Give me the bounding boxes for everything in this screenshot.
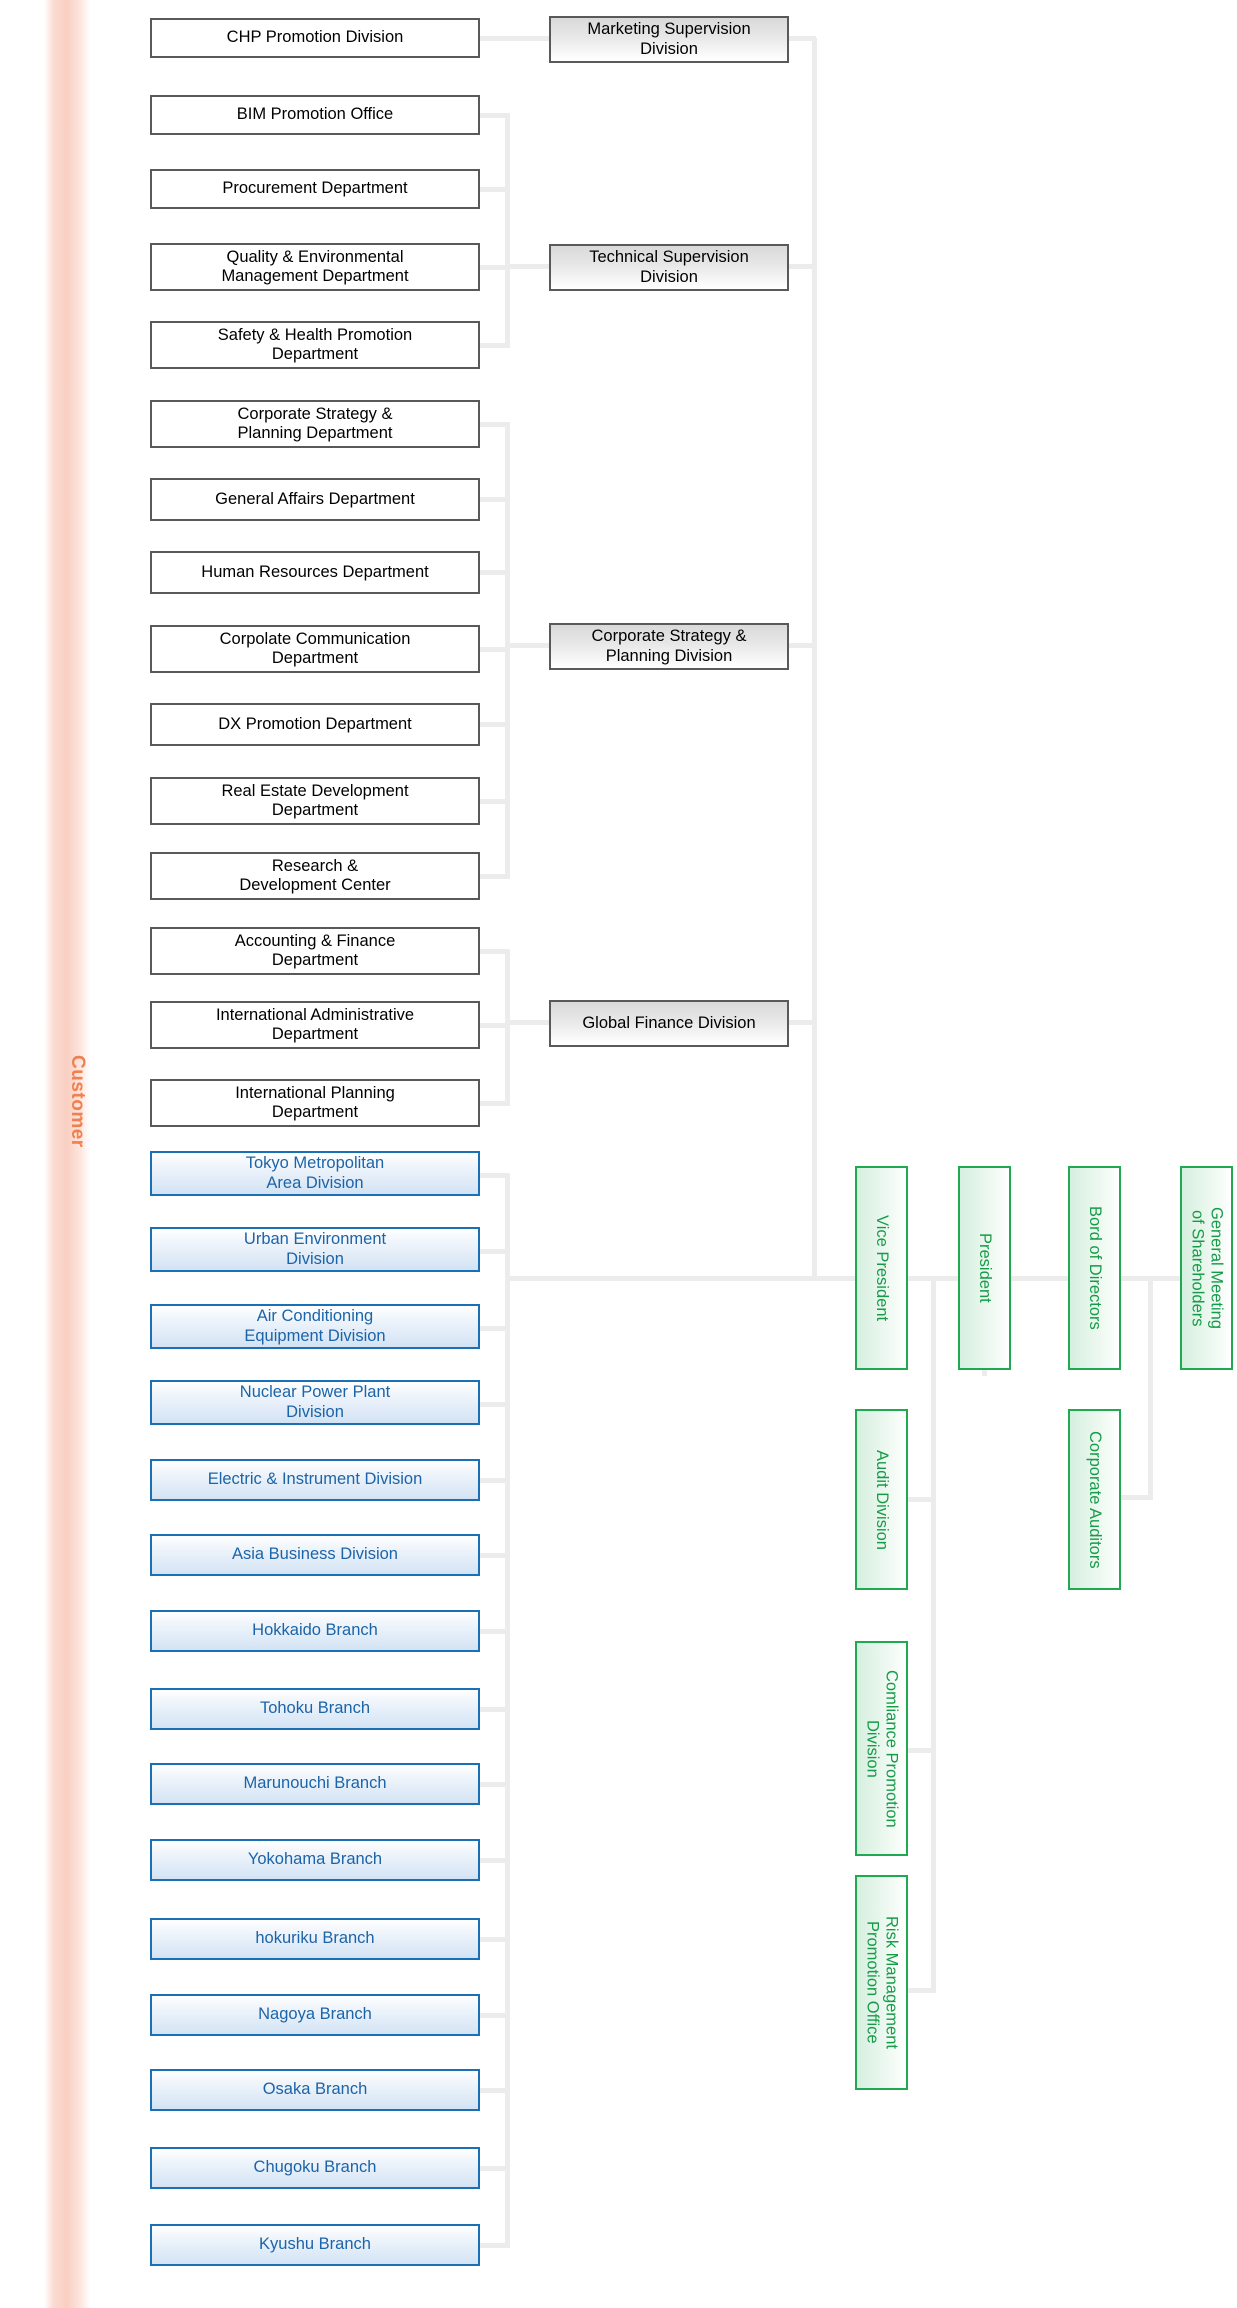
business-box-electric-instrument[interactable]: Electric & Instrument Division	[150, 1459, 480, 1501]
connector-bu-stub-1	[478, 1249, 510, 1254]
connector-bu-stub-14	[478, 2243, 510, 2248]
connector-bu-stub-13	[478, 2166, 510, 2171]
connector-general-stub	[478, 497, 510, 502]
business-box-kyushu-branch[interactable]: Kyushu Branch	[150, 2224, 480, 2266]
connector-risk-h	[906, 1988, 936, 1993]
org-chart: Customer CHP Promotion Division BIM Prom…	[0, 0, 1237, 2308]
connector-bu-stub-0	[478, 1173, 510, 1178]
dept-box-corporate-communication[interactable]: Corpolate Communication Department	[150, 625, 480, 673]
business-box-hokkaido-branch[interactable]: Hokkaido Branch	[150, 1610, 480, 1652]
connector-bu-stub-8	[478, 1782, 510, 1787]
dept-box-bim[interactable]: BIM Promotion Office	[150, 95, 480, 135]
dept-box-procurement[interactable]: Procurement Department	[150, 169, 480, 209]
business-box-asia-business[interactable]: Asia Business Division	[150, 1534, 480, 1576]
dept-box-safety[interactable]: Safety & Health Promotion Department	[150, 321, 480, 369]
business-box-urban-environment[interactable]: Urban Environment Division	[150, 1227, 480, 1272]
dept-box-international-planning[interactable]: International Planning Department	[150, 1079, 480, 1127]
business-box-yokohama-branch[interactable]: Yokohama Branch	[150, 1839, 480, 1881]
connector-marketing-stub	[786, 36, 816, 41]
connector-safety-stub	[478, 343, 510, 348]
connector-board-auditors-v	[1148, 1281, 1153, 1500]
governance-box-general-meeting-of-shareholders[interactable]: General Meeting of Shareholders	[1180, 1166, 1233, 1370]
connector-bim-stub	[478, 113, 510, 118]
connector-bu-stub-7	[478, 1707, 510, 1712]
connector-intlplan-stub	[478, 1101, 510, 1106]
business-box-nuclear-power-plant[interactable]: Nuclear Power Plant Division	[150, 1380, 480, 1425]
governance-box-audit-division[interactable]: Audit Division	[855, 1409, 908, 1590]
customer-label: Customer	[67, 1055, 88, 1148]
connector-bu-stub-2	[478, 1326, 510, 1331]
connector-vp-trunk-v	[931, 1281, 936, 1993]
business-box-hokuriku-branch[interactable]: hokuriku Branch	[150, 1918, 480, 1960]
dept-box-strategy[interactable]: Corporate Strategy & Planning Department	[150, 400, 480, 448]
business-box-chugoku-branch[interactable]: Chugoku Branch	[150, 2147, 480, 2189]
governance-box-corporate-auditors[interactable]: Corporate Auditors	[1068, 1409, 1121, 1590]
business-box-nagoya-branch[interactable]: Nagoya Branch	[150, 1994, 480, 2036]
connector-bu-stub-5	[478, 1553, 510, 1558]
connector-technical-stub	[786, 264, 816, 269]
business-box-air-conditioning[interactable]: Air Conditioning Equipment Division	[150, 1304, 480, 1349]
business-box-osaka-branch[interactable]: Osaka Branch	[150, 2069, 480, 2111]
connector-strategy-stub	[478, 422, 510, 427]
connector-globalfin-stub	[786, 1020, 816, 1025]
connector-divisions-trunk-v	[812, 38, 817, 1281]
connector-corpcomm-stub	[478, 647, 510, 652]
connector-auditors-h	[1119, 1495, 1153, 1500]
governance-box-compliance-promotion[interactable]: Comliance Promotion Division	[855, 1641, 908, 1856]
dept-box-quality[interactable]: Quality & Environmental Management Depar…	[150, 243, 480, 291]
connector-bu-stub-12	[478, 2088, 510, 2093]
division-box-global-finance[interactable]: Global Finance Division	[549, 1000, 789, 1047]
connector-chp-marketing	[478, 36, 551, 41]
connector-vp-left-h	[812, 1276, 858, 1281]
connector-bu-stub-10	[478, 1937, 510, 1942]
customer-stripe	[44, 0, 90, 2308]
connector-bu-stub-9	[478, 1858, 510, 1863]
connector-bu-stub-4	[478, 1478, 510, 1483]
division-box-marketing-supervision[interactable]: Marketing Supervision Division	[549, 16, 789, 63]
dept-box-international-administrative[interactable]: International Administrative Department	[150, 1001, 480, 1049]
connector-bu-stub-11	[478, 2013, 510, 2018]
governance-box-risk-management-promotion[interactable]: Risk Management Promotion Office	[855, 1875, 908, 2090]
dept-box-dx[interactable]: DX Promotion Department	[150, 703, 480, 746]
connector-quality-stub	[478, 265, 510, 270]
dept-box-real-estate[interactable]: Real Estate Development Department	[150, 777, 480, 825]
connector-compliance-h	[906, 1748, 936, 1753]
connector-corpstrat-stub	[786, 643, 816, 648]
business-box-tohoku-branch[interactable]: Tohoku Branch	[150, 1688, 480, 1730]
connector-technical-to-box	[505, 264, 551, 269]
connector-business-to-vp	[505, 1276, 815, 1281]
dept-box-chp[interactable]: CHP Promotion Division	[150, 18, 480, 58]
connector-globalfin-to-box	[505, 1020, 551, 1025]
dept-box-general-affairs[interactable]: General Affairs Department	[150, 478, 480, 521]
governance-box-vice-president[interactable]: Vice President	[855, 1166, 908, 1370]
connector-president-board	[1009, 1276, 1070, 1281]
connector-accounting-stub	[478, 949, 510, 954]
dept-box-human-resources[interactable]: Human Resources Department	[150, 551, 480, 594]
connector-hr-stub	[478, 570, 510, 575]
connector-corpstrat-to-box	[505, 643, 551, 648]
connector-bu-stub-3	[478, 1402, 510, 1407]
business-box-tokyo-metropolitan[interactable]: Tokyo Metropolitan Area Division	[150, 1151, 480, 1196]
business-box-marunouchi-branch[interactable]: Marunouchi Branch	[150, 1763, 480, 1805]
governance-box-president[interactable]: President	[958, 1166, 1011, 1370]
division-box-corporate-strategy-planning[interactable]: Corporate Strategy & Planning Division	[549, 623, 789, 670]
division-box-technical-supervision[interactable]: Technical Supervision Division	[549, 244, 789, 291]
connector-intladmin-stub	[478, 1023, 510, 1028]
connector-technical-rail	[505, 113, 510, 345]
connector-audit-h	[906, 1497, 936, 1502]
dept-box-research-development[interactable]: Research & Development Center	[150, 852, 480, 900]
governance-box-board-of-directors[interactable]: Bord of Directors	[1068, 1166, 1121, 1370]
connector-realestate-stub	[478, 799, 510, 804]
connector-rnd-stub	[478, 874, 510, 879]
dept-box-accounting[interactable]: Accounting & Finance Department	[150, 927, 480, 975]
connector-bu-stub-6	[478, 1629, 510, 1634]
connector-dx-stub	[478, 722, 510, 727]
connector-procure-stub	[478, 187, 510, 192]
